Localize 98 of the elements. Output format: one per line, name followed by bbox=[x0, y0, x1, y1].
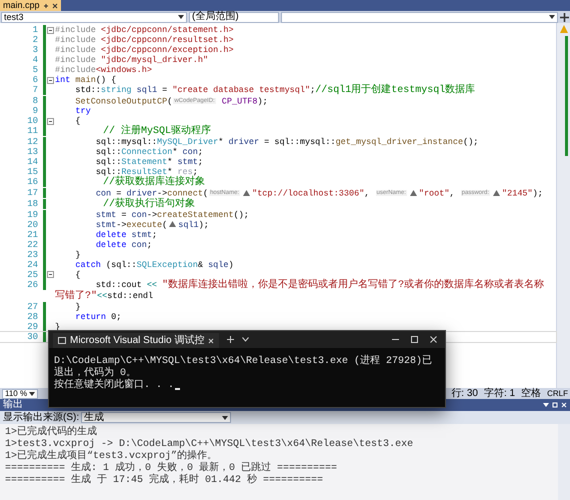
output-line: ========== 生成: 1 成功，0 失败，0 最新，0 已跳过 ========== bbox=[5, 463, 338, 474]
document-tab[interactable]: main.cpp bbox=[0, 0, 61, 11]
code-line: } bbox=[74, 250, 82, 260]
line-number: 28 bbox=[26, 312, 38, 322]
parameter-hint-icon bbox=[169, 221, 176, 228]
console-line: 按任意键关闭此窗口. . . bbox=[54, 380, 174, 392]
code-line: delete con; bbox=[94, 240, 153, 250]
code-line: std::cout << "数据库连接出错啦，你是不是密码或者用户名写错了?或者你的数据库名称或者表名称写错了?"<<std::endl bbox=[55, 280, 546, 302]
line-number: 29 bbox=[26, 322, 38, 332]
code-line: try bbox=[74, 106, 92, 116]
output-line: ========== 生成 于 17:45 完成，耗时 01.442 秒 ========== bbox=[5, 475, 324, 487]
minimize-icon[interactable] bbox=[392, 336, 399, 343]
scope-dropdown[interactable]: (全局范围) bbox=[189, 12, 279, 22]
line-number: 8 bbox=[32, 96, 38, 106]
line-number: 17 bbox=[26, 188, 38, 198]
code-line: stmt->execute( sql1); bbox=[94, 220, 210, 230]
line-number: 24 bbox=[26, 260, 38, 270]
output-line: 1>已完成生成项目“test3.vcxproj”的操作。 bbox=[5, 451, 218, 462]
code-line: catch (sql::SQLException& sqle) bbox=[74, 260, 235, 270]
code-line: std::string sql1 = "create database testmysql";//sql1用于创建testmysql数据库 bbox=[74, 85, 476, 96]
line-number: 6 bbox=[32, 75, 38, 85]
code-line: #include <jdbc/cppconn/resultset.h> bbox=[55, 35, 235, 45]
line-number: 5 bbox=[32, 65, 38, 75]
project-dropdown[interactable]: test3 bbox=[1, 12, 187, 22]
split-icon[interactable] bbox=[560, 12, 569, 22]
console-tab[interactable]: Microsoft Visual Studio 调试控 bbox=[53, 333, 220, 348]
line-ending-indicator: CRLF bbox=[547, 390, 568, 398]
line-number: 7 bbox=[32, 85, 38, 95]
collapse-icon[interactable] bbox=[47, 26, 54, 34]
whitespace-indicator: 空格 bbox=[521, 388, 542, 398]
line-number: 11 bbox=[26, 126, 38, 136]
line-number: 1 bbox=[32, 25, 38, 35]
vertical-scrollbar[interactable] bbox=[556, 23, 570, 388]
code-line: sql::Connection* con; bbox=[94, 147, 204, 158]
code-line: // 注册MySQL驱动程序 bbox=[102, 126, 212, 138]
line-number: 13 bbox=[26, 147, 38, 158]
collapse-icon[interactable] bbox=[47, 118, 54, 125]
line-number: 10 bbox=[26, 116, 38, 126]
line-number: 12 bbox=[26, 137, 38, 148]
code-line: { bbox=[74, 116, 82, 126]
output-source-label: 显示输出来源(S): bbox=[3, 412, 80, 422]
line-number: 25 bbox=[26, 270, 38, 280]
zoom-dropdown[interactable]: 110 % bbox=[2, 388, 38, 398]
code-line: { bbox=[74, 270, 82, 280]
add-tab-icon[interactable] bbox=[227, 336, 234, 343]
caret-icon bbox=[178, 15, 184, 19]
code-line: sql::mysql::MySQL_Driver* driver = sql::mysql::get_mysql_driver_instance(); bbox=[94, 137, 480, 148]
caret-icon bbox=[29, 392, 36, 396]
code-line: #include<windows.h> bbox=[55, 65, 153, 75]
line-number: 4 bbox=[32, 55, 38, 65]
code-line: sql::Statement* stmt; bbox=[94, 157, 204, 168]
caret-icon bbox=[222, 416, 228, 420]
parameter-hint-icon bbox=[410, 190, 417, 196]
line-number: 14 bbox=[26, 157, 38, 168]
code-line: delete stmt; bbox=[94, 230, 158, 240]
output-source-dropdown[interactable]: 生成 bbox=[81, 412, 232, 423]
console-line: D:\CodeLamp\C++\MYSQL\test3\x64\Release\test3.exe (进程 27928)已 bbox=[54, 356, 432, 367]
output-line: 1>已完成代码的生成 bbox=[5, 427, 98, 438]
close-icon[interactable] bbox=[52, 2, 58, 8]
console-line: 退出，代码为 0。 bbox=[54, 368, 136, 379]
output-panel-title: 输出 bbox=[3, 400, 23, 410]
code-line: return 0; bbox=[74, 312, 122, 322]
code-line: //获取数据库连接对象 bbox=[103, 177, 206, 188]
line-number: 20 bbox=[26, 220, 38, 230]
line-indicator: 行: 30 bbox=[451, 388, 478, 398]
parameter-hint-icon bbox=[243, 190, 250, 196]
line-number: 27 bbox=[26, 302, 38, 312]
line-number: 9 bbox=[32, 106, 38, 116]
collapse-icon[interactable] bbox=[47, 271, 54, 278]
code-line: //获取执行语句对象 bbox=[102, 198, 196, 210]
line-number: 18 bbox=[26, 198, 38, 208]
caret-icon bbox=[549, 15, 555, 19]
code-line: stmt = con->createStatement(); bbox=[94, 210, 250, 220]
char-indicator: 字符: 1 bbox=[484, 388, 516, 398]
text-cursor bbox=[175, 388, 180, 390]
caret-icon[interactable] bbox=[242, 337, 250, 342]
code-line: } bbox=[74, 302, 82, 312]
code-line: int main() { bbox=[55, 75, 118, 85]
code-line: #include <jdbc/cppconn/exception.h> bbox=[55, 45, 235, 55]
line-number: 3 bbox=[32, 45, 38, 55]
line-number: 2 bbox=[32, 35, 38, 45]
collapse-icon[interactable] bbox=[47, 76, 54, 84]
line-number: 21 bbox=[26, 230, 38, 240]
warning-icon bbox=[560, 25, 568, 33]
caret-icon[interactable] bbox=[543, 403, 549, 407]
code-line: #include "jdbc/mysql_driver.h" bbox=[55, 55, 210, 65]
code-line: #include <jdbc/cppconn/statement.h> bbox=[55, 25, 235, 35]
line-number: 26 bbox=[26, 280, 38, 290]
line-number: 16 bbox=[26, 177, 38, 188]
maximize-icon[interactable] bbox=[411, 336, 418, 343]
parameter-hint-icon bbox=[493, 190, 500, 196]
terminal-icon bbox=[58, 337, 66, 344]
line-number: 30 bbox=[26, 332, 38, 342]
line-number: 23 bbox=[26, 250, 38, 260]
line-number: 15 bbox=[26, 167, 38, 178]
line-number: 19 bbox=[26, 210, 38, 220]
output-line: 1>test3.vcxproj -> D:\CodeLamp\C++\MYSQL\test3\x64\Release\test3.exe bbox=[5, 439, 414, 450]
line-number: 22 bbox=[26, 240, 38, 250]
